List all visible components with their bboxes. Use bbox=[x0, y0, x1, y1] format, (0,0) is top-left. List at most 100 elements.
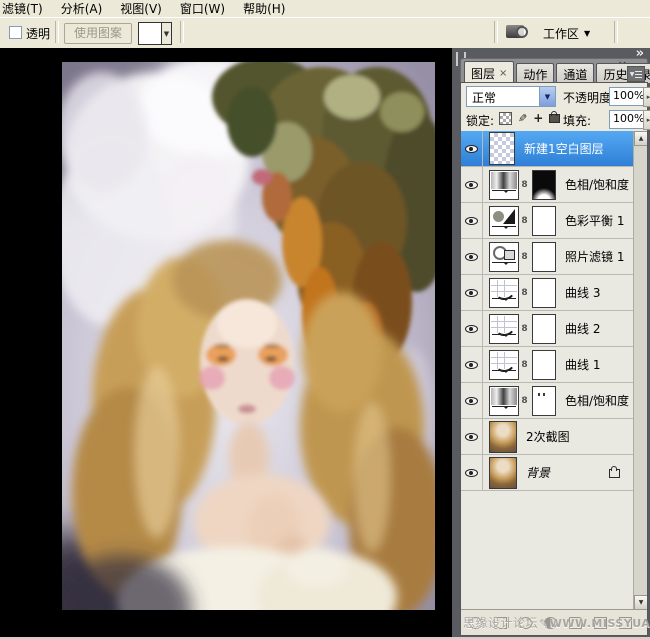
layer-mask-thumbnail[interactable] bbox=[532, 386, 556, 416]
blend-mode-dropdown[interactable]: 正常 ▼ bbox=[466, 86, 556, 107]
layer-name[interactable]: 2次截图 bbox=[526, 428, 570, 445]
layer-row[interactable]: 新建1空白图层 bbox=[461, 131, 634, 167]
workspace-arrow-icon: ▼ bbox=[584, 29, 590, 38]
lock-pixels-icon[interactable]: ✎ bbox=[518, 113, 527, 124]
panel-menu-lines-icon bbox=[635, 71, 642, 78]
visibility-toggle[interactable] bbox=[461, 347, 483, 382]
layer-thumbnail[interactable] bbox=[489, 314, 519, 344]
layer-name[interactable]: 色彩平衡 1 bbox=[565, 212, 624, 229]
layer-thumbnail[interactable] bbox=[489, 170, 519, 200]
visibility-toggle[interactable] bbox=[461, 167, 483, 202]
panel-tabs-strip: −× 图层 × 动作 通道 历史记录 ▼ bbox=[460, 58, 648, 83]
layer-thumbnail[interactable] bbox=[489, 242, 519, 272]
pattern-picker[interactable]: ▼ bbox=[138, 22, 172, 45]
visibility-toggle[interactable] bbox=[461, 455, 483, 490]
tab-close-icon[interactable]: × bbox=[499, 68, 507, 79]
layers-scrollbar[interactable]: ▲ ▼ bbox=[633, 131, 647, 610]
layer-mask-thumbnail[interactable] bbox=[532, 242, 556, 272]
layer-row[interactable]: 8色相/饱和度 1 bbox=[461, 383, 634, 419]
tab-channels-label: 通道 bbox=[563, 66, 587, 83]
adjustment-slider-icon bbox=[492, 190, 516, 196]
layer-name[interactable]: 新建1空白图层 bbox=[524, 140, 604, 157]
lock-transparency-icon[interactable] bbox=[499, 112, 512, 125]
link-mask-icon: 8 bbox=[519, 216, 530, 226]
layer-row[interactable]: 8照片滤镜 1 bbox=[461, 239, 634, 275]
tab-actions[interactable]: 动作 bbox=[516, 63, 554, 83]
layer-thumbnail[interactable] bbox=[489, 457, 517, 489]
scroll-down-icon[interactable]: ▼ bbox=[634, 595, 647, 610]
menu-window[interactable]: 窗口(W) bbox=[171, 0, 234, 17]
layer-mask-thumbnail[interactable] bbox=[532, 206, 556, 236]
tab-channels[interactable]: 通道 bbox=[556, 63, 594, 83]
fill-spinner-icon[interactable]: ▸ bbox=[643, 110, 650, 130]
document-canvas[interactable] bbox=[0, 48, 455, 637]
lock-position-icon[interactable]: + bbox=[533, 113, 543, 124]
layer-name[interactable]: 色相/饱和度 2 bbox=[565, 176, 641, 193]
visibility-toggle[interactable] bbox=[461, 383, 483, 418]
blend-mode-value: 正常 bbox=[467, 87, 539, 106]
layer-thumbnail[interactable] bbox=[489, 350, 519, 380]
layer-name[interactable]: 背景 bbox=[526, 464, 550, 481]
visibility-toggle[interactable] bbox=[461, 131, 483, 166]
workspace-dropdown[interactable]: 工作区 ▼ bbox=[543, 25, 590, 42]
panel-menu-button[interactable]: ▼ bbox=[627, 66, 645, 82]
layer-name[interactable]: 曲线 3 bbox=[565, 284, 600, 301]
lock-row: 锁定: ✎ + 填充: 100% ▸ bbox=[461, 108, 647, 132]
layer-row[interactable]: 8 曲线 2 bbox=[461, 311, 634, 347]
layer-row[interactable]: 2次截图 bbox=[461, 419, 634, 455]
layer-row[interactable]: 8 色彩平衡 1 bbox=[461, 203, 634, 239]
visibility-toggle[interactable] bbox=[461, 275, 483, 310]
transparent-checkbox[interactable] bbox=[9, 26, 22, 39]
opacity-input[interactable]: 100% bbox=[609, 87, 647, 106]
tab-layers[interactable]: 图层 × bbox=[464, 61, 514, 83]
visibility-toggle[interactable] bbox=[461, 311, 483, 346]
layer-row[interactable]: 8曲线 3 bbox=[461, 275, 634, 311]
adjustment-graphic bbox=[491, 208, 517, 225]
visibility-toggle[interactable] bbox=[461, 239, 483, 274]
eye-icon bbox=[465, 358, 478, 371]
go-to-bridge-icon[interactable] bbox=[506, 25, 524, 38]
fill-input[interactable]: 100% bbox=[609, 110, 647, 129]
layer-thumbnail[interactable] bbox=[489, 206, 519, 236]
menu-filter[interactable]: 滤镜(T) bbox=[0, 0, 52, 17]
tab-actions-label: 动作 bbox=[523, 66, 547, 83]
link-mask-icon: 8 bbox=[519, 324, 530, 334]
layer-mask-thumbnail[interactable] bbox=[532, 314, 556, 344]
visibility-toggle[interactable] bbox=[461, 203, 483, 238]
watermark: 思缘设计论坛✎WWW.MISSYUAN.COM bbox=[463, 614, 650, 631]
layer-thumbnail[interactable] bbox=[489, 278, 519, 308]
layer-name[interactable]: 曲线 2 bbox=[565, 320, 600, 337]
layer-row[interactable]: 背景 bbox=[461, 455, 634, 491]
adjustment-slider-icon bbox=[492, 226, 516, 232]
panel-dock: » −× 图层 × 动作 通道 历史记录 ▼ 正常 ▼ 不透明度: 100% ▸ bbox=[452, 48, 650, 637]
menu-analysis[interactable]: 分析(A) bbox=[52, 0, 112, 17]
visibility-toggle[interactable] bbox=[461, 419, 483, 454]
layer-name[interactable]: 曲线 1 bbox=[565, 356, 600, 373]
layer-mask-thumbnail[interactable] bbox=[532, 278, 556, 308]
layer-name[interactable]: 照片滤镜 1 bbox=[565, 248, 624, 265]
scroll-up-icon[interactable]: ▲ bbox=[634, 131, 647, 146]
options-bar: 透明 使用图案 ▼ 工作区 ▼ bbox=[0, 17, 650, 49]
adjustment-slider-icon bbox=[492, 298, 516, 304]
eye-icon bbox=[465, 142, 478, 155]
layer-thumbnail[interactable] bbox=[489, 421, 517, 453]
panel-menu-arrow-icon: ▼ bbox=[630, 71, 635, 78]
blend-dropdown-arrow-icon[interactable]: ▼ bbox=[539, 87, 555, 106]
menu-view[interactable]: 视图(V) bbox=[111, 0, 171, 17]
layer-row[interactable]: 8色相/饱和度 2 bbox=[461, 167, 634, 203]
layer-thumbnail[interactable] bbox=[489, 386, 519, 416]
pattern-dropdown-arrow-icon[interactable]: ▼ bbox=[162, 23, 171, 44]
layer-name[interactable]: 色相/饱和度 1 bbox=[565, 392, 641, 409]
layer-mask-thumbnail[interactable] bbox=[532, 170, 556, 200]
watermark-site-name: 思缘设计论坛 bbox=[463, 616, 538, 630]
link-mask-icon: 8 bbox=[519, 180, 530, 190]
layer-row[interactable]: 8曲线 1 bbox=[461, 347, 634, 383]
lock-all-icon[interactable] bbox=[549, 114, 560, 123]
menu-help[interactable]: 帮助(H) bbox=[234, 0, 294, 17]
adjustment-graphic bbox=[491, 352, 517, 369]
use-pattern-button[interactable]: 使用图案 bbox=[64, 23, 132, 44]
layer-thumbnail[interactable] bbox=[489, 132, 515, 165]
transparent-label: 透明 bbox=[26, 25, 50, 42]
layer-mask-thumbnail[interactable] bbox=[532, 350, 556, 380]
opacity-spinner-icon[interactable]: ▸ bbox=[643, 87, 650, 107]
